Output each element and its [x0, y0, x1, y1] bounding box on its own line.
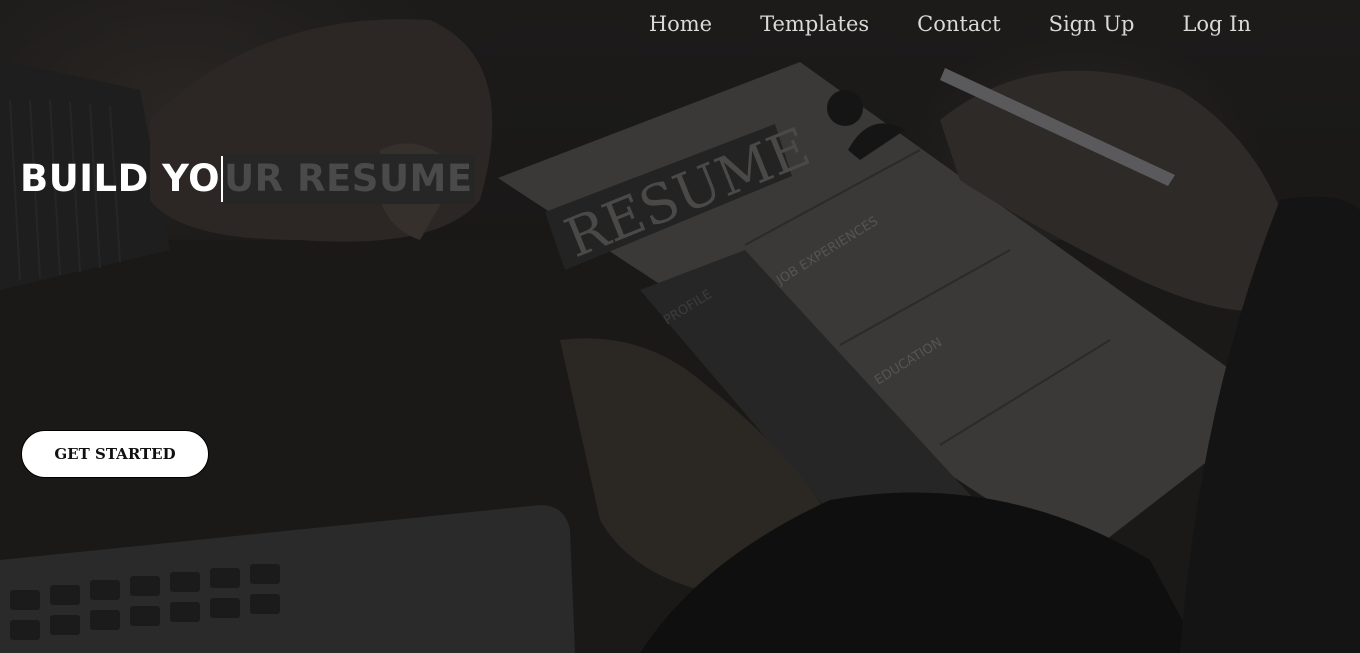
- nav-templates-link[interactable]: Templates: [736, 8, 893, 40]
- nav-contact-link[interactable]: Contact: [893, 8, 1024, 40]
- top-nav: Home Templates Contact Sign Up Log In: [625, 8, 1251, 40]
- nav-login-link[interactable]: Log In: [1158, 8, 1251, 40]
- typing-caret: [221, 155, 224, 202]
- get-started-button[interactable]: GET STARTED: [21, 430, 209, 478]
- headline-untyped-text: UR RESUME: [224, 153, 475, 204]
- hero-headline: BUILD YO UR RESUME: [20, 153, 475, 204]
- nav-signup-link[interactable]: Sign Up: [1025, 8, 1159, 40]
- background-photo: RESUME PROFILE JOB EXPERIENCES EDUCATION: [0, 19, 1360, 653]
- nav-home-link[interactable]: Home: [625, 8, 736, 40]
- hero-section: RESUME PROFILE JOB EXPERIENCES EDUCATION…: [0, 0, 1360, 653]
- headline-typed-text: BUILD YO: [20, 156, 221, 200]
